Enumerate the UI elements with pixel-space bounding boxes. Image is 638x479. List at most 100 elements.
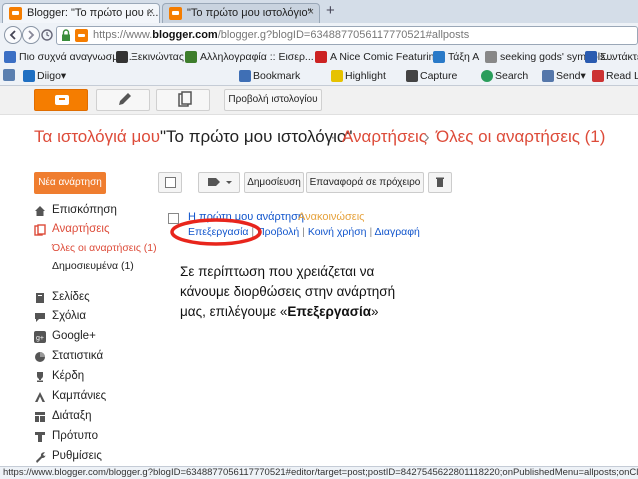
sidebar-item-all-posts[interactable]: Όλες οι αναρτήσεις (1) [52,242,157,254]
close-icon[interactable]: × [308,6,314,18]
lock-icon[interactable] [60,29,72,42]
breadcrumb-blog-title[interactable]: "Το πρώτο μου ιστολόγιο" [160,127,352,147]
delete-post-link[interactable]: Διαγραφή [375,226,420,238]
sidebar-item-earnings[interactable]: Κέρδη [52,370,84,382]
page-icon [485,51,497,63]
sidebar-item-template[interactable]: Πρότυπο [52,430,98,442]
capture-button[interactable]: Capture [405,69,457,83]
forward-button[interactable] [22,26,40,44]
bookmark-authors[interactable]: Συντάκτες Ιστ [584,50,638,64]
bookmark-label: A Nice Comic Featurin... [330,51,444,63]
pencil-icon [119,93,131,105]
checkbox-icon [164,176,176,188]
firefox-icon [116,51,128,63]
envelope-icon [542,70,554,82]
share-post-link[interactable]: Κοινή χρήση [308,226,367,238]
tab-blogger[interactable]: Blogger: "Το πρώτο μου ι... × [2,3,160,23]
wrench-icon [36,452,46,463]
tab-title: Blogger: "Το πρώτο μου ι... [27,7,159,19]
page-icon [315,51,327,63]
annotation-suffix: » [371,304,379,319]
search-button[interactable]: Search [480,69,528,83]
trophy-icon [37,372,43,382]
toolbar-menu-icon[interactable] [3,69,15,81]
annotation-text: Σε περίπτωση που χρειάζεται να κάνουμε δ… [180,262,480,322]
bookmark-button[interactable]: Bookmark [238,69,300,83]
bookmark-mail[interactable]: Αλληλογραφία :: Εισερ... [184,50,314,64]
breadcrumb-chevron: › [424,127,430,146]
toolbar-label: Highlight [345,70,386,82]
mail-icon [185,51,197,63]
new-post-pencil-button[interactable] [96,89,150,111]
blogger-icon [75,29,88,42]
camera-icon [406,70,418,82]
pie-chart-icon [35,352,45,362]
bookmark-icon [239,70,251,82]
bookmark-folder-icon [4,51,16,63]
post-label-tag[interactable]: Ανακοινώσεις [298,211,364,223]
posts-list-button[interactable] [156,89,210,111]
sidebar-item-comments[interactable]: Σχόλια [52,310,86,322]
labels-dropdown-button[interactable] [198,172,240,193]
sidebar-item-layout[interactable]: Διάταξη [52,410,91,422]
bookmark-label: Αλληλογραφία :: Εισερ... [200,51,314,63]
browser-tab-bar: Blogger: "Το πρώτο μου ι... × "Το πρώτο … [0,0,638,24]
send-button[interactable]: Send▾ [541,69,586,83]
bookmark-comic[interactable]: A Nice Comic Featurin... [314,50,443,64]
close-icon[interactable]: × [148,6,154,18]
diigo-toolbar: Diigo▾ Bookmark Highlight Capture Search… [0,66,638,86]
sidebar-item-stats[interactable]: Στατιστικά [52,350,103,362]
sidebar-item-published[interactable]: Δημοσιευμένα (1) [52,260,134,272]
breadcrumb-my-blogs[interactable]: Τα ιστολόγιά μου [34,127,160,147]
annotation-line-3: μας, επιλέγουμε «Επεξεργασία» [180,302,480,322]
documents-icon [34,224,46,236]
revert-to-draft-button[interactable]: Επαναφορά σε πρόχειρο [306,172,424,193]
blogger-icon [169,7,182,20]
annotation-line-1: Σε περίπτωση που χρειάζεται να [180,264,375,279]
blogger-logo-icon [55,95,69,105]
template-icon [35,432,45,442]
read-later-icon [592,70,604,82]
search-icon [481,70,493,82]
new-post-button[interactable]: Νέα ανάρτηση [34,172,106,194]
bookmark-getting-started[interactable]: Ξεκινώντας [115,50,184,64]
back-button[interactable] [4,26,22,44]
bookmark-label: Συντάκτες Ιστ [600,51,638,63]
sidebar-item-settings[interactable]: Ρυθμίσεις [52,450,102,462]
publish-button[interactable]: Δημοσίευση [244,172,304,193]
history-dropdown-icon[interactable] [40,27,54,43]
breadcrumb-separator: · [330,127,336,146]
view-blog-button[interactable]: Προβολή ιστολογίου [224,89,322,111]
diigo-button[interactable]: Diigo▾ [22,69,66,83]
url-bar[interactable]: https://www.blogger.com/blogger.g?blogID… [56,26,638,45]
read-later-button[interactable]: Read Later [591,69,638,83]
blogger-home-button[interactable] [34,89,88,111]
sidebar-item-google-plus[interactable]: Google+ [52,330,96,342]
highlight-button[interactable]: Highlight [330,69,386,83]
delete-button[interactable] [428,172,452,193]
sidebar-item-overview[interactable]: Επισκόπηση [52,204,117,216]
breadcrumb-posts[interactable]: Αναρτήσεις [342,127,427,147]
annotation-bold: Επεξεργασία [287,304,372,319]
url-path: /blogger.g?blogID=6348877056117770521#al… [217,29,470,41]
tab-blog[interactable]: "Το πρώτο μου ιστολόγιο" × [162,3,320,23]
url-prefix: https://www. [93,29,153,41]
tab-title: "Το πρώτο μου ιστολόγιο" [187,7,312,19]
new-tab-button[interactable]: + [326,2,335,19]
sidebar-item-pages[interactable]: Σελίδες [52,291,90,303]
layout-icon [35,412,45,422]
blogger-toolbar: Προβολή ιστολογίου [0,86,638,115]
bookmarks-bar: Πιο συχνά αναγνωσμέ... Ξεκινώντας Αλληλο… [0,47,638,67]
highlight-ellipse [170,218,262,246]
bookmark-most-visited[interactable]: Πιο συχνά αναγνωσμέ... [3,50,132,64]
bookmark-label: Τάξη Α [448,51,480,63]
comment-icon [35,313,45,322]
link-separator: | [302,226,305,238]
bookmark-class[interactable]: Τάξη Α [432,50,479,64]
annotation-line-2: κάνουμε διορθώσεις στην ανάρτησή [180,284,396,299]
select-all-checkbox-button[interactable] [158,172,182,193]
breadcrumb-all-posts: Όλες οι αναρτήσεις (1) [436,127,606,146]
forward-arrow-icon [28,30,35,40]
sidebar-item-campaigns[interactable]: Καμπάνιες [52,390,106,402]
sidebar-item-posts[interactable]: Αναρτήσεις [52,223,110,235]
